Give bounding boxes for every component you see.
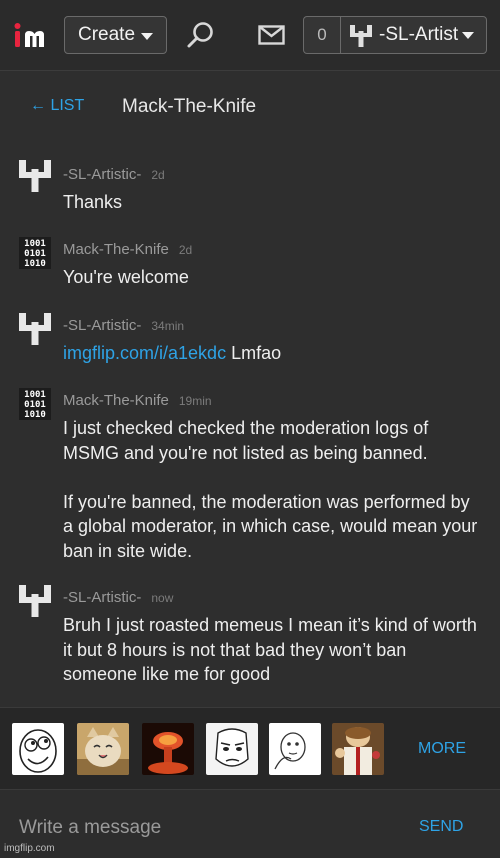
message-author[interactable]: -SL-Artistic- xyxy=(63,589,141,606)
message-input[interactable] xyxy=(19,814,379,842)
message-author[interactable]: -SL-Artistic- xyxy=(63,317,141,334)
message-time: now xyxy=(151,591,174,605)
message-text: Thanks xyxy=(63,192,123,212)
svg-text:0101: 0101 xyxy=(24,400,46,410)
user-menu-button[interactable]: 0 -SL-Artistic- xyxy=(303,16,487,54)
message-meta: Mack-The-Knife 2d xyxy=(63,241,192,258)
message-meta: -SL-Artistic-now xyxy=(63,589,173,606)
user-avatar-icon xyxy=(350,25,372,47)
back-to-list-link[interactable]: ← LIST xyxy=(30,97,84,115)
create-label: Create xyxy=(78,24,136,45)
more-stickers-button[interactable]: MORE xyxy=(418,740,466,758)
sl-artistic-avatar-icon[interactable] xyxy=(19,160,51,192)
buddy-christ-sticker[interactable] xyxy=(332,723,384,775)
mack-the-knife-avatar-icon[interactable]: 1001 0101 1010 xyxy=(19,388,51,420)
message-text: Bruh I just roasted memeus I mean it’s k… xyxy=(63,615,477,684)
message-composer: SEND xyxy=(0,789,500,858)
notification-count[interactable]: 0 xyxy=(304,17,341,53)
sl-artistic-avatar-icon[interactable] xyxy=(19,313,51,345)
message-time: 2d xyxy=(178,243,193,257)
svg-text:0101: 0101 xyxy=(24,249,46,259)
svg-text:1001: 1001 xyxy=(24,239,46,249)
message-paragraph: If you're banned, the moderation was per… xyxy=(63,491,478,561)
message-text: You're welcome xyxy=(63,267,189,287)
message-time: 19min xyxy=(178,394,212,408)
mack-the-knife-avatar-icon[interactable]: 1001 0101 1010 xyxy=(19,237,51,269)
message-meta: -SL-Artistic- 2d xyxy=(63,166,165,183)
mail-icon[interactable] xyxy=(258,25,285,45)
message-text: imgflip.com/i/a1ekdc Lmfao xyxy=(63,341,483,366)
create-button[interactable]: Create xyxy=(64,16,167,54)
svg-text:1010: 1010 xyxy=(24,410,46,420)
imgflip-logo-icon[interactable] xyxy=(14,22,54,50)
watermark: imgflip.com xyxy=(4,843,55,854)
message-meta: Mack-The-Knife 19min xyxy=(63,392,212,409)
message-author[interactable]: Mack-The-Knife xyxy=(63,241,169,258)
image-link[interactable]: imgflip.com/i/a1ekdc xyxy=(63,343,226,363)
send-button[interactable]: SEND xyxy=(419,818,463,836)
happy-cat-sticker[interactable] xyxy=(77,723,129,775)
okay-guy-sticker[interactable] xyxy=(206,723,258,775)
message-paragraph: I just checked checked the moderation lo… xyxy=(63,418,429,463)
derp-face-sticker[interactable] xyxy=(12,723,64,775)
explosion-sticker[interactable] xyxy=(142,723,194,775)
message-text-suffix: Lmfao xyxy=(226,343,282,363)
chevron-down-icon xyxy=(462,32,474,39)
peek-guy-sticker[interactable] xyxy=(269,723,321,775)
svg-text:1010: 1010 xyxy=(24,259,46,269)
message-author[interactable]: -SL-Artistic- xyxy=(63,166,141,183)
username-label: -SL-Artistic- xyxy=(379,24,459,45)
search-icon[interactable] xyxy=(186,20,216,50)
message-time: 2d xyxy=(151,168,165,182)
conversation-title: Mack-The-Knife xyxy=(122,96,257,117)
sl-artistic-avatar-icon[interactable] xyxy=(19,585,51,617)
message-author[interactable]: Mack-The-Knife xyxy=(63,392,169,409)
sticker-bar: MORE xyxy=(0,707,500,789)
chevron-down-icon xyxy=(141,33,153,40)
top-bar: Create 0 -SL-Artistic- xyxy=(0,0,500,71)
message-text: I just checked checked the moderation lo… xyxy=(63,416,483,563)
message-meta: -SL-Artistic- 34min xyxy=(63,317,184,334)
svg-text:1001: 1001 xyxy=(24,390,46,400)
message-time: 34min xyxy=(151,319,185,333)
